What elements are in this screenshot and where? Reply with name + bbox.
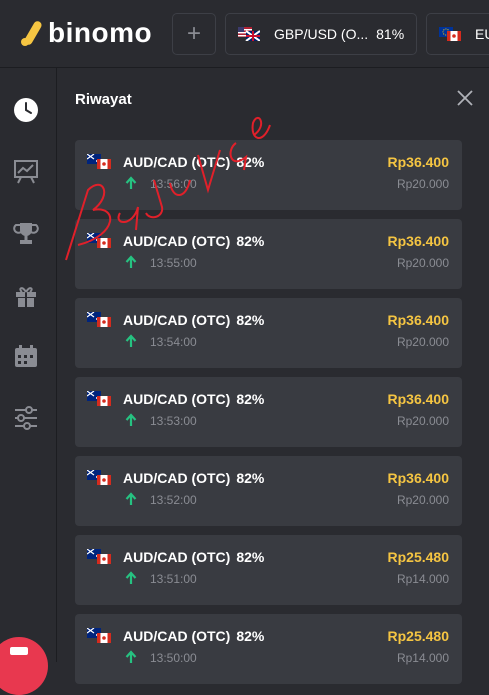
asset-tab-pair: GBP/USD (O... [274, 26, 369, 42]
trade-card[interactable]: AUD/CAD (OTC) 82% 13:54:00 Rp36.400 Rp20.… [75, 298, 462, 368]
au-ca-flag-icon [87, 312, 111, 327]
chart-board-icon[interactable] [13, 158, 39, 184]
asset-tab-eu[interactable]: EU [426, 13, 489, 55]
arrow-up-icon [125, 571, 137, 584]
trade-pair-name: AUD/CAD (OTC) [123, 628, 231, 644]
sidebar [0, 68, 57, 662]
trade-amount: Rp20.000 [396, 256, 449, 270]
au-ca-flag-icon [87, 154, 111, 169]
gb-us-flag-icon [238, 27, 260, 41]
trade-card[interactable]: AUD/CAD (OTC) 82% 13:51:00 Rp25.480 Rp14.… [75, 535, 462, 605]
trade-payout: Rp36.400 [387, 470, 449, 486]
trade-pair-name: AUD/CAD (OTC) [123, 233, 231, 249]
trade-time: 13:54:00 [150, 335, 197, 349]
history-panel: Riwayat AUD/CAD (OTC) 82% 13:56:00 Rp36.4… [58, 68, 489, 684]
trade-pair-name: AUD/CAD (OTC) [123, 549, 231, 565]
trade-amount: Rp20.000 [396, 177, 449, 191]
au-ca-flag-icon [87, 391, 111, 406]
sliders-icon[interactable] [13, 405, 39, 431]
trade-pair: AUD/CAD (OTC) 82% [123, 549, 264, 565]
trade-pair: AUD/CAD (OTC) 82% [123, 154, 264, 170]
trade-card[interactable]: AUD/CAD (OTC) 82% 13:50:00 Rp25.480 Rp14.… [75, 614, 462, 684]
au-ca-flag-icon [87, 233, 111, 248]
trade-payout: Rp36.400 [387, 154, 449, 170]
au-ca-flag-icon [87, 549, 111, 564]
arrow-up-icon [125, 176, 137, 189]
trade-percent: 82% [236, 312, 265, 328]
trade-amount: Rp20.000 [396, 335, 449, 349]
panel-title: Riwayat [75, 91, 132, 108]
trade-payout: Rp36.400 [387, 233, 449, 249]
trade-pair-name: AUD/CAD (OTC) [123, 154, 231, 170]
trade-pair-name: AUD/CAD (OTC) [123, 391, 231, 407]
eu-ca-flag-icon [439, 27, 461, 41]
arrow-up-icon [125, 413, 137, 426]
trade-pair: AUD/CAD (OTC) 82% [123, 233, 264, 249]
trade-time: 13:56:00 [150, 177, 197, 191]
trade-amount: Rp14.000 [396, 572, 449, 586]
trade-percent: 82% [236, 233, 265, 249]
trade-amount: Rp14.000 [396, 651, 449, 665]
asset-tab-percent: 81% [376, 26, 405, 42]
trade-payout: Rp25.480 [387, 628, 449, 644]
calendar-icon[interactable] [13, 343, 39, 369]
chat-icon [10, 647, 28, 655]
trade-percent: 82% [236, 391, 265, 407]
trade-time: 13:52:00 [150, 493, 197, 507]
brand-logo[interactable]: binomo [20, 18, 152, 48]
trade-percent: 82% [236, 549, 265, 565]
trade-payout: Rp36.400 [387, 312, 449, 328]
asset-tab-pair: EU [475, 26, 489, 42]
trade-pair: AUD/CAD (OTC) 82% [123, 391, 264, 407]
au-ca-flag-icon [87, 628, 111, 643]
clock-icon[interactable] [13, 97, 39, 123]
arrow-up-icon [125, 334, 137, 347]
trade-amount: Rp20.000 [396, 414, 449, 428]
trade-percent: 82% [236, 470, 265, 486]
asset-tab-gbpusd[interactable]: GBP/USD (O... 81% [225, 13, 417, 55]
trade-card[interactable]: AUD/CAD (OTC) 82% 13:56:00 Rp36.400 Rp20.… [75, 140, 462, 210]
trade-card[interactable]: AUD/CAD (OTC) 82% 13:52:00 Rp36.400 Rp20.… [75, 456, 462, 526]
trade-payout: Rp25.480 [387, 549, 449, 565]
trade-card[interactable]: AUD/CAD (OTC) 82% 13:53:00 Rp36.400 Rp20.… [75, 377, 462, 447]
trade-amount: Rp20.000 [396, 493, 449, 507]
trophy-icon[interactable] [13, 220, 39, 246]
arrow-up-icon [125, 255, 137, 268]
trade-pair: AUD/CAD (OTC) 82% [123, 470, 264, 486]
close-icon[interactable] [456, 89, 474, 107]
add-asset-button[interactable]: + [172, 13, 216, 55]
gift-icon[interactable] [13, 283, 39, 309]
trade-pair-name: AUD/CAD (OTC) [123, 470, 231, 486]
top-bar: binomo + GBP/USD (O... 81% EU [0, 0, 489, 68]
trade-time: 13:51:00 [150, 572, 197, 586]
au-ca-flag-icon [87, 470, 111, 485]
arrow-up-icon [125, 492, 137, 505]
trade-card[interactable]: AUD/CAD (OTC) 82% 13:55:00 Rp36.400 Rp20.… [75, 219, 462, 289]
trade-pair-name: AUD/CAD (OTC) [123, 312, 231, 328]
trade-time: 13:50:00 [150, 651, 197, 665]
trade-percent: 82% [236, 154, 265, 170]
binomo-logo-icon [21, 21, 42, 46]
trade-payout: Rp36.400 [387, 391, 449, 407]
brand-name: binomo [48, 17, 153, 48]
trade-time: 13:55:00 [150, 256, 197, 270]
trade-percent: 82% [236, 628, 265, 644]
trade-pair: AUD/CAD (OTC) 82% [123, 628, 264, 644]
trade-pair: AUD/CAD (OTC) 82% [123, 312, 264, 328]
trade-time: 13:53:00 [150, 414, 197, 428]
